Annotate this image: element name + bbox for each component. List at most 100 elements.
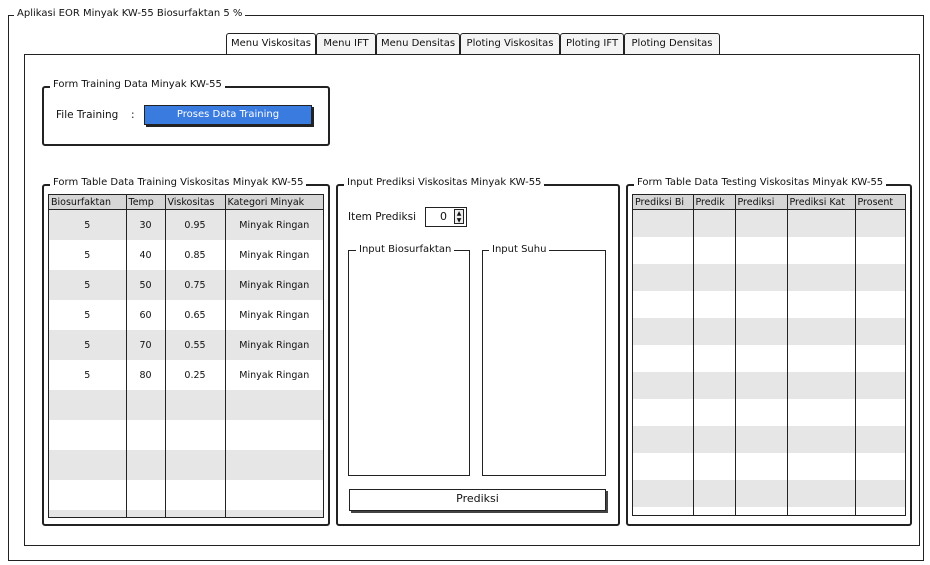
- table-row[interactable]: [49, 390, 323, 420]
- table-row[interactable]: [633, 480, 905, 507]
- table-cell[interactable]: [787, 372, 856, 399]
- table-cell[interactable]: [225, 390, 323, 420]
- table-cell[interactable]: [735, 318, 788, 345]
- tab-menu-ift[interactable]: Menu IFT: [316, 33, 376, 55]
- table-cell[interactable]: [787, 237, 856, 264]
- table-cell[interactable]: [787, 318, 856, 345]
- table-cell[interactable]: [855, 237, 905, 264]
- table-cell[interactable]: [855, 264, 905, 291]
- table-cell[interactable]: [735, 399, 788, 426]
- table-row[interactable]: 5 80 0.25 Minyak Ringan: [49, 360, 323, 390]
- table-cell[interactable]: [693, 318, 736, 345]
- table-cell[interactable]: [633, 264, 694, 291]
- table-cell[interactable]: [693, 372, 736, 399]
- column-header[interactable]: Prediksi Bi: [633, 195, 694, 210]
- table-cell[interactable]: [693, 237, 736, 264]
- table-cell[interactable]: [787, 507, 856, 515]
- table-cell[interactable]: [633, 345, 694, 372]
- table-cell[interactable]: Minyak Ringan: [225, 300, 323, 330]
- table-cell[interactable]: 5: [49, 360, 127, 390]
- table-row[interactable]: [633, 264, 905, 291]
- table-cell[interactable]: [633, 507, 694, 515]
- table-cell[interactable]: Minyak Ringan: [225, 330, 323, 360]
- table-cell[interactable]: [735, 291, 788, 318]
- table-cell[interactable]: [735, 237, 788, 264]
- tab-menu-viskositas[interactable]: Menu Viskositas: [226, 33, 316, 55]
- table-row[interactable]: [633, 426, 905, 453]
- table-cell[interactable]: [693, 291, 736, 318]
- table-cell[interactable]: [225, 420, 323, 450]
- table-cell[interactable]: [49, 510, 127, 517]
- table-cell[interactable]: 0.95: [165, 209, 226, 240]
- column-header[interactable]: Viskositas: [165, 195, 226, 210]
- table-cell[interactable]: [693, 426, 736, 453]
- table-cell[interactable]: [633, 399, 694, 426]
- table-row[interactable]: [49, 480, 323, 510]
- table-cell[interactable]: [165, 450, 226, 480]
- table-cell[interactable]: [735, 507, 788, 515]
- table-cell[interactable]: [735, 264, 788, 291]
- table-cell[interactable]: [633, 426, 694, 453]
- table-row[interactable]: [633, 291, 905, 318]
- table-row[interactable]: [633, 453, 905, 480]
- table-cell[interactable]: [126, 480, 166, 510]
- table-cell[interactable]: [787, 345, 856, 372]
- table-cell[interactable]: [855, 345, 905, 372]
- tab-menu-densitas[interactable]: Menu Densitas: [376, 33, 460, 55]
- table-cell[interactable]: [633, 318, 694, 345]
- table-cell[interactable]: 5: [49, 300, 127, 330]
- table-cell[interactable]: [735, 209, 788, 237]
- table-cell[interactable]: [633, 453, 694, 480]
- column-header[interactable]: Temp: [126, 195, 166, 210]
- table-cell[interactable]: [855, 318, 905, 345]
- table-row[interactable]: [633, 237, 905, 264]
- table-row[interactable]: [49, 420, 323, 450]
- table-cell[interactable]: [693, 480, 736, 507]
- column-header[interactable]: Biosurfaktan: [49, 195, 127, 210]
- table-row[interactable]: [633, 318, 905, 345]
- table-cell[interactable]: [225, 510, 323, 517]
- table-row[interactable]: [49, 510, 323, 517]
- spinner-arrows-icon[interactable]: ▲ ▼: [454, 209, 464, 224]
- table-cell[interactable]: [787, 480, 856, 507]
- table-row[interactable]: 5 40 0.85 Minyak Ringan: [49, 240, 323, 270]
- table-cell[interactable]: [633, 372, 694, 399]
- table-cell[interactable]: [735, 426, 788, 453]
- table-cell[interactable]: [787, 399, 856, 426]
- table-cell[interactable]: [855, 291, 905, 318]
- table-cell[interactable]: [126, 510, 166, 517]
- table-cell[interactable]: [787, 209, 856, 237]
- table-cell[interactable]: [126, 390, 166, 420]
- table-cell[interactable]: [633, 209, 694, 237]
- table-cell[interactable]: [126, 420, 166, 450]
- table-row[interactable]: [633, 345, 905, 372]
- input-biosurfaktan-box[interactable]: [348, 250, 470, 476]
- table-cell[interactable]: [126, 450, 166, 480]
- table-cell[interactable]: 5: [49, 270, 127, 300]
- table-row[interactable]: [633, 399, 905, 426]
- table-cell[interactable]: 50: [126, 270, 166, 300]
- table-cell[interactable]: Minyak Ringan: [225, 360, 323, 390]
- column-header[interactable]: Predik: [693, 195, 736, 210]
- table-cell[interactable]: [693, 209, 736, 237]
- table-cell[interactable]: 0.65: [165, 300, 226, 330]
- input-suhu-box[interactable]: [482, 250, 606, 476]
- table-row[interactable]: [49, 450, 323, 480]
- table-cell[interactable]: Minyak Ringan: [225, 240, 323, 270]
- column-header[interactable]: Prediksi Kat: [787, 195, 856, 210]
- column-header[interactable]: Kategori Minyak: [225, 195, 323, 210]
- table-row[interactable]: 5 50 0.75 Minyak Ringan: [49, 270, 323, 300]
- tab-ploting-densitas[interactable]: Ploting Densitas: [624, 33, 720, 55]
- table-cell[interactable]: [693, 399, 736, 426]
- table-cell[interactable]: [787, 453, 856, 480]
- table-cell[interactable]: [855, 426, 905, 453]
- table-cell[interactable]: 70: [126, 330, 166, 360]
- table-row[interactable]: [633, 209, 905, 237]
- table-cell[interactable]: [855, 507, 905, 515]
- table-row[interactable]: 5 60 0.65 Minyak Ringan: [49, 300, 323, 330]
- table-cell[interactable]: [787, 264, 856, 291]
- table-cell[interactable]: [735, 372, 788, 399]
- table-cell[interactable]: [165, 510, 226, 517]
- table-cell[interactable]: [855, 480, 905, 507]
- table-cell[interactable]: [633, 291, 694, 318]
